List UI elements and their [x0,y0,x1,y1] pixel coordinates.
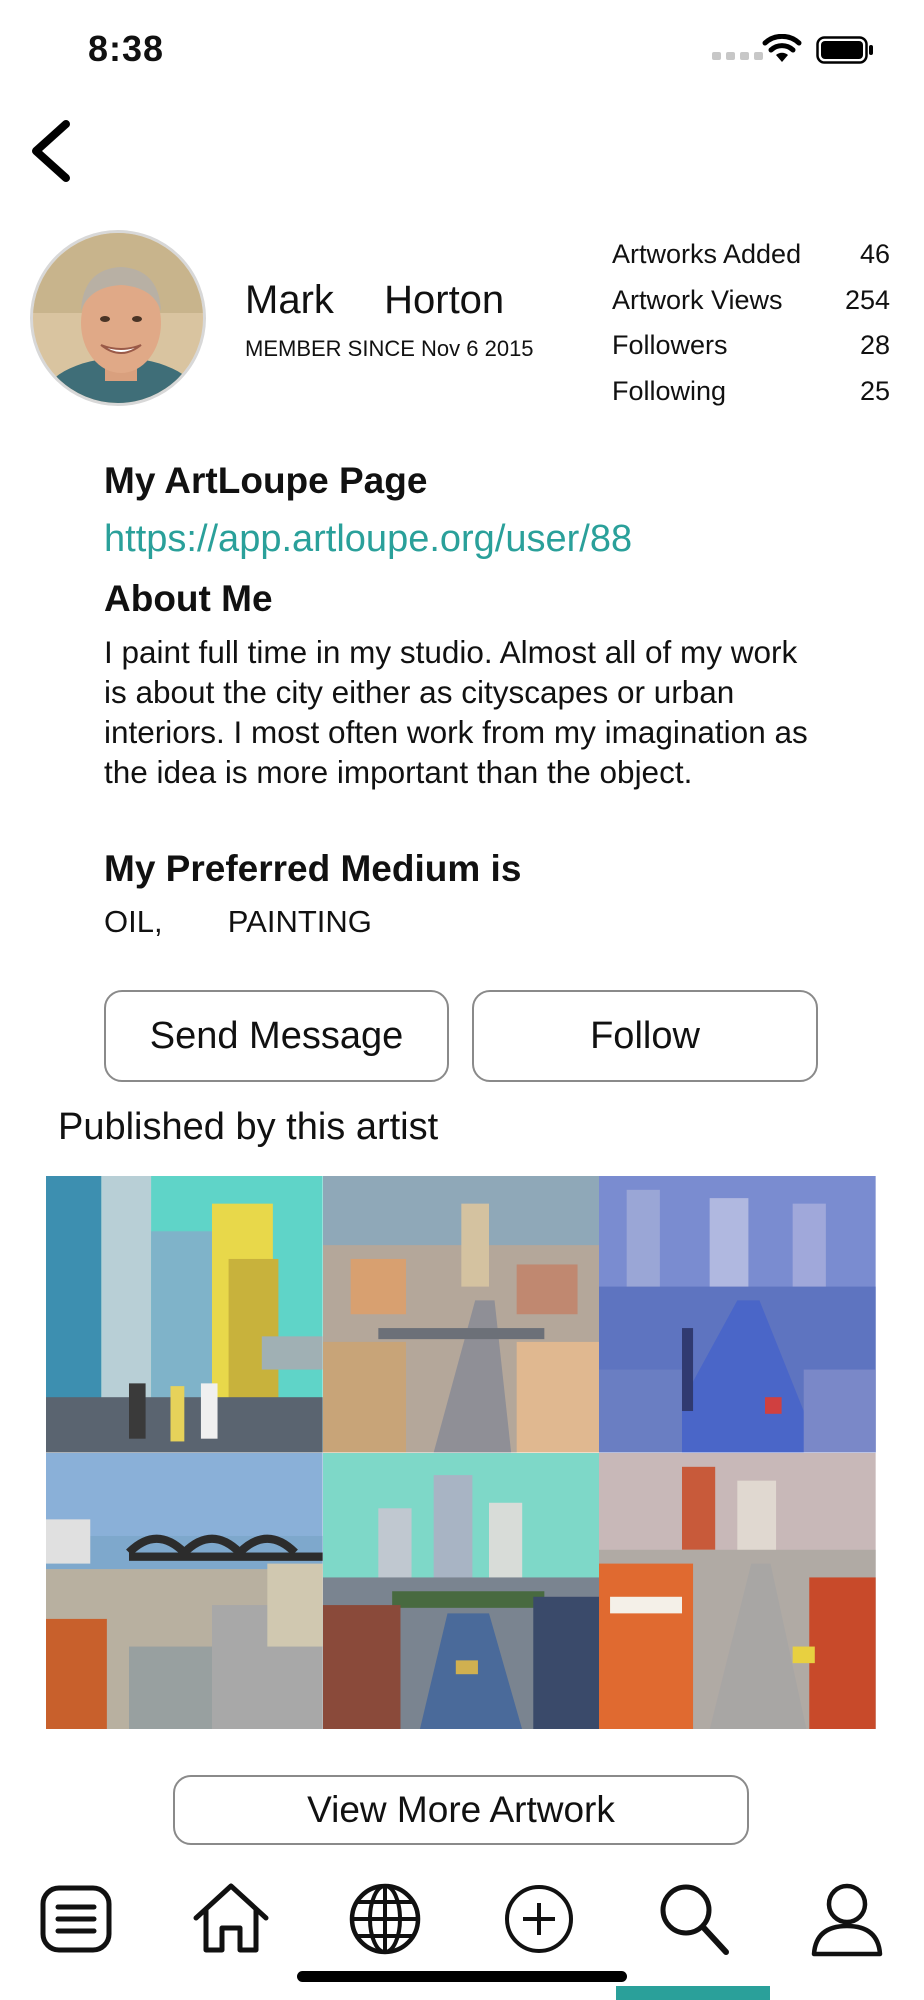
stat-value: 25 [859,375,890,406]
active-tab-indicator [616,1986,770,2000]
stat-label: Following [612,375,727,406]
battery-icon [816,36,873,64]
stat-artworks-added: Artworks Added 46 [612,232,890,278]
status-bar: 8:38 [0,0,924,100]
follow-button[interactable]: Follow [472,990,818,1082]
about-me-text: I paint full time in my studio. Almost a… [104,634,808,790]
home-icon[interactable] [192,1880,270,1958]
stat-label: Followers [612,330,728,361]
artwork-tile-3[interactable] [599,1176,876,1453]
artwork-tile-1[interactable] [46,1176,323,1453]
artwork-tile-5[interactable] [322,1452,600,1729]
stat-value: 46 [859,239,890,270]
send-message-button[interactable]: Send Message [104,990,449,1082]
user-name: Mark Horton [245,278,505,322]
member-since: MEMBER SINCE Nov 6 2015 [245,336,534,361]
stats-panel: Artworks Added 46 Artwork Views 254 Foll… [612,232,890,414]
stat-artwork-views: Artwork Views 254 [612,278,890,324]
stat-value: 254 [844,284,890,315]
preferred-medium-title: My Preferred Medium is [104,848,522,889]
artloupe-page-title: My ArtLoupe Page [104,460,428,501]
stat-label: Artwork Views [612,284,783,315]
back-button[interactable] [28,116,78,186]
home-indicator [297,1971,627,1982]
avatar [30,230,206,406]
add-icon[interactable] [500,1880,578,1958]
artwork-tile-6[interactable] [599,1452,876,1729]
artwork-grid [46,1176,876,1729]
stat-followers[interactable]: Followers 28 [612,323,890,369]
profile-icon[interactable] [808,1880,886,1958]
preferred-medium-value: OIL, PAINTING [104,904,372,939]
artwork-tile-4[interactable] [46,1452,323,1729]
globe-icon[interactable] [346,1880,424,1958]
stat-following[interactable]: Following 25 [612,369,890,415]
about-me-title: About Me [104,578,273,619]
search-icon[interactable] [654,1880,732,1958]
artloupe-page-link[interactable]: https://app.artloupe.org/user/88 [104,518,632,561]
status-time: 8:38 [88,28,165,69]
artwork-tile-2[interactable] [322,1176,600,1453]
stat-value: 28 [859,330,890,361]
menu-icon[interactable] [38,1880,116,1958]
cellular-signal-icon [712,52,763,60]
tab-bar [0,1880,924,1970]
wifi-icon [762,34,802,62]
view-more-artwork-button[interactable]: View More Artwork [173,1775,749,1845]
gallery-title: Published by this artist [58,1106,439,1148]
stat-label: Artworks Added [612,239,802,270]
